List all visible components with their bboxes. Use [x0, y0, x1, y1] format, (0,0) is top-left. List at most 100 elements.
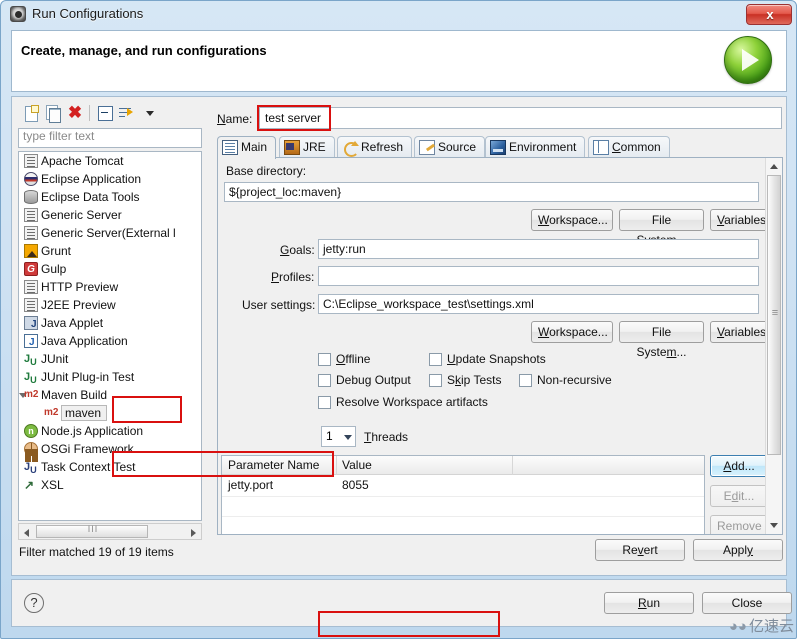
- window-close-button[interactable]: x: [746, 4, 792, 25]
- tab-main[interactable]: Main: [217, 136, 277, 159]
- tab-label: Refresh: [361, 140, 404, 154]
- osgi-icon: [24, 442, 38, 456]
- tree-item-grunt[interactable]: Grunt: [19, 242, 201, 260]
- eclipse-icon: [24, 172, 38, 186]
- watermark: ◕◕ 亿速云: [729, 615, 794, 636]
- parameter-table[interactable]: Parameter Name Value jetty.port 8055: [221, 455, 705, 534]
- checkbox-box[interactable]: [429, 374, 442, 387]
- configuration-editor-panel: Name: test server Main JRE Refresh Sourc…: [215, 99, 785, 573]
- scroll-down-arrow-icon[interactable]: [766, 518, 782, 534]
- scrollbar-thumb[interactable]: [767, 175, 782, 455]
- tree-item-label: Eclipse Data Tools: [41, 190, 140, 204]
- tree-item-eclipse-application[interactable]: Eclipse Application: [19, 170, 201, 188]
- new-launch-configuration-icon[interactable]: [22, 104, 40, 122]
- goals-input[interactable]: jetty:run: [318, 239, 759, 259]
- tab-refresh[interactable]: Refresh: [337, 136, 413, 158]
- scroll-up-arrow-icon[interactable]: [766, 158, 782, 174]
- filter-input[interactable]: type filter text: [18, 128, 202, 148]
- run-green-play-icon: [724, 36, 772, 84]
- settings-variables-button[interactable]: Variables...: [710, 321, 765, 343]
- apply-button[interactable]: Apply: [693, 539, 783, 561]
- tree-item-java-application[interactable]: Java Application: [19, 332, 201, 352]
- tree-item-maven[interactable]: m2 maven: [19, 404, 201, 422]
- column-header-parameter-name[interactable]: Parameter Name: [222, 456, 319, 475]
- base-workspace-button[interactable]: Workspace...: [531, 209, 613, 231]
- refresh-tab-icon: [342, 140, 359, 157]
- duplicate-icon[interactable]: [44, 104, 62, 123]
- tree-item-task-context-test[interactable]: JU Task Context Test: [19, 458, 201, 476]
- tree-item-gulp[interactable]: G Gulp: [19, 260, 201, 278]
- tab-label: Main: [241, 140, 268, 154]
- gulp-icon: G: [24, 262, 38, 276]
- tree-item-label: Eclipse Application: [41, 172, 142, 186]
- tree-item-label: Grunt: [41, 244, 72, 258]
- tree-item-java-applet[interactable]: Java Applet: [19, 314, 201, 334]
- tree-item-junit-plugin-test[interactable]: JU JUnit Plug-in Test: [19, 368, 201, 386]
- tree-item-nodejs-application[interactable]: n Node.js Application: [19, 422, 201, 440]
- tab-source[interactable]: Source: [414, 136, 486, 158]
- scrollbar-thumb[interactable]: [36, 524, 149, 538]
- tree-item-generic-server[interactable]: Generic Server: [19, 206, 201, 224]
- user-settings-label: User settings:: [242, 298, 316, 312]
- configuration-name-input[interactable]: test server: [259, 107, 782, 129]
- tree-toolbar: ✖: [18, 101, 206, 125]
- help-icon[interactable]: ?: [24, 593, 44, 613]
- pane-vertical-scrollbar[interactable]: [765, 158, 782, 534]
- base-directory-input[interactable]: ${project_loc:maven}: [224, 182, 759, 202]
- base-filesystem-button[interactable]: File System...: [619, 209, 704, 247]
- table-row[interactable]: jetty.port 8055: [222, 476, 704, 496]
- revert-button[interactable]: Revert: [595, 539, 685, 561]
- tree-item-osgi-framework[interactable]: OSGi Framework: [19, 440, 201, 458]
- collapse-all-icon[interactable]: [96, 104, 114, 122]
- configurations-tree[interactable]: Apache Tomcat Eclipse Application Eclips…: [18, 151, 202, 521]
- checkbox-box[interactable]: [318, 396, 331, 409]
- filter-icon[interactable]: [118, 104, 136, 122]
- profiles-input[interactable]: [318, 266, 759, 286]
- tree-item-generic-server-external[interactable]: Generic Server(External l: [19, 224, 201, 242]
- threads-combo[interactable]: 1: [321, 426, 356, 447]
- tree-item-apache-tomcat[interactable]: Apache Tomcat: [19, 152, 201, 170]
- column-header-value[interactable]: Value: [336, 456, 372, 475]
- user-settings-input[interactable]: C:\Eclipse_workspace_test\settings.xml: [318, 294, 759, 314]
- delete-icon[interactable]: ✖: [66, 104, 84, 122]
- server-icon: [24, 208, 38, 222]
- tree-item-http-preview[interactable]: HTTP Preview: [19, 278, 201, 296]
- filter-status-text: Filter matched 19 of 19 items: [19, 545, 174, 559]
- scroll-right-arrow-icon[interactable]: [186, 524, 201, 539]
- close-dialog-button[interactable]: Close: [702, 592, 792, 614]
- add-parameter-button[interactable]: Add...: [710, 455, 765, 477]
- tab-label: JRE: [303, 140, 326, 154]
- scroll-left-arrow-icon[interactable]: [19, 524, 34, 539]
- chevron-down-icon[interactable]: [142, 104, 160, 122]
- chevron-down-icon[interactable]: [344, 435, 352, 440]
- settings-filesystem-button[interactable]: File System...: [619, 321, 704, 359]
- base-variables-button[interactable]: Variables...: [710, 209, 765, 231]
- tree-item-label: XSL: [41, 478, 64, 492]
- tab-jre[interactable]: JRE: [279, 136, 335, 158]
- checkbox-box[interactable]: [429, 353, 442, 366]
- common-tab-icon: [593, 140, 609, 155]
- tree-horizontal-scrollbar[interactable]: [18, 523, 202, 540]
- junit-plugin-icon: JU: [24, 371, 37, 386]
- tree-item-xsl[interactable]: ↗ XSL: [19, 476, 201, 494]
- checkbox-box[interactable]: [318, 353, 331, 366]
- server-icon: [24, 226, 38, 240]
- checkbox-box[interactable]: [318, 374, 331, 387]
- tab-common[interactable]: Common: [588, 136, 670, 158]
- tree-item-maven-build[interactable]: m2 Maven Build: [19, 386, 201, 404]
- tab-label: Common: [612, 140, 661, 154]
- tree-item-junit[interactable]: JU JUnit: [19, 350, 201, 368]
- goals-label: Goals:: [280, 243, 315, 257]
- table-header-row: Parameter Name Value: [222, 456, 704, 475]
- server-icon: [24, 154, 38, 168]
- cell-value: 8055: [342, 478, 369, 492]
- tree-item-label: Apache Tomcat: [41, 154, 124, 168]
- settings-workspace-button[interactable]: Workspace...: [531, 321, 613, 343]
- main-tab-pane: Base directory: ${project_loc:maven} Wor…: [217, 157, 783, 535]
- tree-item-j2ee-preview[interactable]: J2EE Preview: [19, 296, 201, 314]
- run-button[interactable]: Run: [604, 592, 694, 614]
- checkbox-box[interactable]: [519, 374, 532, 387]
- tab-environment[interactable]: Environment: [485, 136, 586, 158]
- tree-item-eclipse-data-tools[interactable]: Eclipse Data Tools: [19, 188, 201, 206]
- junit-icon: JU: [24, 353, 37, 368]
